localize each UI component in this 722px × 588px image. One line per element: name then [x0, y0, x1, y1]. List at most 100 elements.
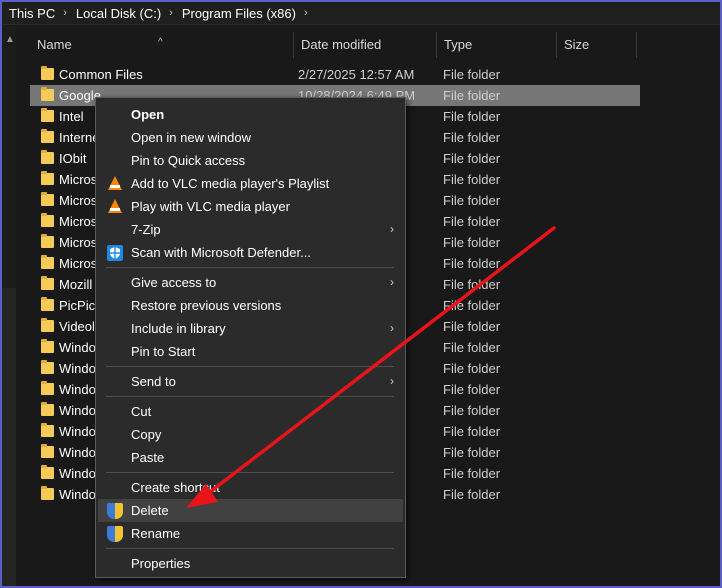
file-type: File folder — [443, 361, 501, 376]
menu-item-defender-scan[interactable]: Scan with Microsoft Defender... — [98, 241, 403, 264]
menu-item-paste[interactable]: Paste — [98, 446, 403, 469]
menu-item-send-to[interactable]: Send to › — [98, 370, 403, 393]
file-type: File folder — [443, 235, 501, 250]
menu-item-delete[interactable]: Delete — [98, 499, 403, 522]
file-type: File folder — [443, 319, 501, 334]
menu-item-7zip[interactable]: 7-Zip › — [98, 218, 403, 241]
menu-separator — [106, 548, 394, 549]
vlc-cone-icon — [108, 199, 122, 213]
column-header-date[interactable]: Date modified — [294, 32, 437, 58]
column-header-name[interactable]: Name ^ — [30, 32, 294, 58]
menu-item-vlc-playlist-label: Add to VLC media player's Playlist — [131, 176, 330, 191]
file-type: File folder — [443, 340, 501, 355]
uac-shield-icon — [107, 526, 123, 542]
submenu-arrow-icon: › — [390, 275, 394, 289]
file-name: Micros — [59, 256, 98, 271]
file-name: Common Files — [59, 67, 143, 82]
menu-item-copy[interactable]: Copy — [98, 423, 403, 446]
file-type: File folder — [443, 424, 501, 439]
breadcrumb-local-disk[interactable]: Local Disk (C:) — [76, 6, 161, 21]
folder-icon — [41, 87, 54, 101]
column-header-type[interactable]: Type — [437, 32, 557, 58]
file-type: File folder — [443, 445, 501, 460]
file-type: File folder — [443, 277, 501, 292]
menu-item-pin-start[interactable]: Pin to Start — [98, 340, 403, 363]
folder-icon — [41, 234, 54, 248]
file-name: Mozill — [59, 277, 93, 292]
breadcrumb-this-pc[interactable]: This PC — [9, 6, 55, 21]
file-type: File folder — [443, 256, 501, 271]
defender-shield-icon — [107, 245, 123, 261]
folder-icon — [41, 108, 54, 122]
folder-icon — [41, 192, 54, 206]
chevron-right-icon[interactable]: › — [304, 7, 308, 19]
file-type: File folder — [443, 88, 501, 103]
menu-item-open-new-window[interactable]: Open in new window — [98, 126, 403, 149]
file-name: Windo — [59, 445, 96, 460]
menu-item-rename[interactable]: Rename — [98, 522, 403, 545]
file-type: File folder — [443, 151, 501, 166]
menu-item-pin-quick-access[interactable]: Pin to Quick access — [98, 149, 403, 172]
file-type: File folder — [443, 403, 501, 418]
navigation-pane-scroll-area[interactable] — [2, 288, 16, 586]
address-bar[interactable]: This PC › Local Disk (C:) › Program File… — [2, 2, 720, 25]
file-name: Windo — [59, 361, 96, 376]
menu-item-7zip-label: 7-Zip — [131, 222, 161, 237]
menu-item-delete-label: Delete — [131, 503, 169, 518]
file-name: Windo — [59, 403, 96, 418]
folder-icon — [41, 66, 54, 80]
breadcrumb-program-files[interactable]: Program Files (x86) — [182, 6, 296, 21]
menu-item-properties[interactable]: Properties — [98, 552, 403, 575]
file-name: Intel — [59, 109, 84, 124]
file-type: File folder — [443, 487, 501, 502]
menu-separator — [106, 396, 394, 397]
file-name: Windo — [59, 466, 96, 481]
folder-icon — [41, 297, 54, 311]
chevron-up-icon[interactable]: ▲ — [5, 34, 15, 45]
file-name: Micros — [59, 214, 98, 229]
folder-icon — [41, 150, 54, 164]
folder-icon — [41, 255, 54, 269]
folder-icon — [41, 213, 54, 227]
file-type: File folder — [443, 172, 501, 187]
column-headers: Name ^ Date modified Type Size — [30, 32, 720, 58]
menu-separator — [106, 267, 394, 268]
menu-separator — [106, 366, 394, 367]
menu-item-include-library[interactable]: Include in library › — [98, 317, 403, 340]
menu-item-give-access[interactable]: Give access to › — [98, 271, 403, 294]
folder-icon — [41, 381, 54, 395]
folder-icon — [41, 465, 54, 479]
file-type: File folder — [443, 214, 501, 229]
chevron-right-icon[interactable]: › — [63, 7, 67, 19]
menu-item-create-shortcut[interactable]: Create shortcut — [98, 476, 403, 499]
menu-item-open[interactable]: Open — [98, 103, 403, 126]
file-type: File folder — [443, 382, 501, 397]
menu-item-restore-versions[interactable]: Restore previous versions — [98, 294, 403, 317]
menu-item-cut[interactable]: Cut — [98, 400, 403, 423]
menu-item-give-access-label: Give access to — [131, 275, 217, 290]
uac-shield-icon — [107, 503, 123, 519]
file-name: Micros — [59, 193, 98, 208]
submenu-arrow-icon: › — [390, 321, 394, 335]
menu-item-vlc-playlist[interactable]: Add to VLC media player's Playlist — [98, 172, 403, 195]
folder-icon — [41, 318, 54, 332]
menu-item-include-library-label: Include in library — [131, 321, 226, 336]
folder-icon — [41, 402, 54, 416]
file-name: Micros — [59, 172, 98, 187]
file-name: Windo — [59, 424, 96, 439]
folder-icon — [41, 444, 54, 458]
folder-icon — [41, 276, 54, 290]
file-name: Videol — [59, 319, 95, 334]
vlc-cone-icon — [108, 176, 122, 190]
file-name: Windo — [59, 340, 96, 355]
file-name: Windo — [59, 382, 96, 397]
menu-item-rename-label: Rename — [131, 526, 181, 541]
file-row[interactable]: Common Files 2/27/2025 12:57 AM File folde… — [30, 64, 640, 85]
folder-icon — [41, 339, 54, 353]
chevron-right-icon[interactable]: › — [169, 7, 173, 19]
menu-item-vlc-play[interactable]: Play with VLC media player — [98, 195, 403, 218]
submenu-arrow-icon: › — [390, 222, 394, 236]
column-header-size[interactable]: Size — [557, 32, 637, 58]
menu-item-send-to-label: Send to — [131, 374, 176, 389]
navigation-pane[interactable]: ▲ — [2, 26, 16, 586]
